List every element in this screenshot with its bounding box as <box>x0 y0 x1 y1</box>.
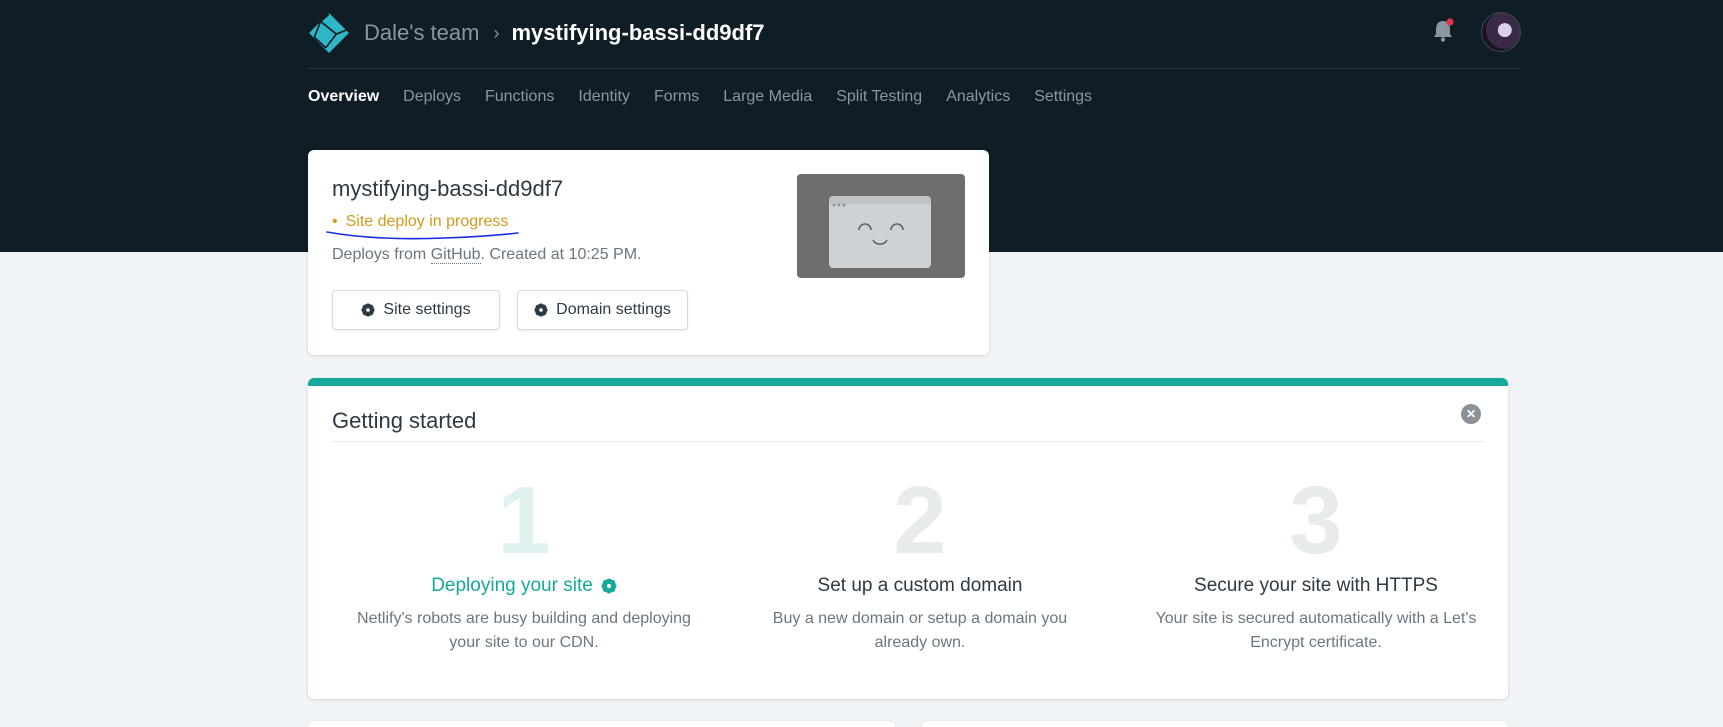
site-overview-card: mystifying-bassi-dd9df7 • Site deploy in … <box>308 150 989 355</box>
user-avatar[interactable] <box>1481 12 1521 52</box>
step-deploying-site: 1 Deploying your site Netlify's robots a… <box>332 473 716 655</box>
nav-deploys[interactable]: Deploys <box>403 88 461 106</box>
site-settings-label: Site settings <box>383 301 471 318</box>
step-custom-domain: 2 Set up a custom domain Buy a new domai… <box>728 473 1112 655</box>
domain-settings-label: Domain settings <box>556 301 671 318</box>
nav-forms[interactable]: Forms <box>654 88 699 106</box>
site-settings-button[interactable]: Site settings <box>332 290 500 330</box>
browser-window-icon <box>829 196 931 268</box>
step-number: 3 <box>1289 467 1343 574</box>
netlify-logo-icon[interactable] <box>308 12 350 54</box>
step-title[interactable]: Set up a custom domain <box>728 575 1112 597</box>
chevron-right-icon: › <box>493 22 500 43</box>
breadcrumb: Dale's team › mystifying-bassi-dd9df7 <box>364 20 765 46</box>
nav-identity[interactable]: Identity <box>578 88 630 106</box>
step-https: 3 Secure your site with HTTPS Your site … <box>1124 473 1508 655</box>
step-number: 2 <box>893 467 947 574</box>
getting-started-title: Getting started <box>332 408 477 433</box>
gear-icon <box>361 303 375 317</box>
step-number: 1 <box>497 467 551 574</box>
domain-settings-button[interactable]: Domain settings <box>517 290 688 330</box>
nav-large-media[interactable]: Large Media <box>723 88 812 106</box>
step-title[interactable]: Secure your site with HTTPS <box>1124 575 1508 597</box>
step-description: Netlify's robots are busy building and d… <box>357 610 691 651</box>
site-preview-thumbnail[interactable] <box>797 174 965 278</box>
getting-started-divider <box>332 441 1484 442</box>
gear-icon <box>534 303 548 317</box>
nav-overview[interactable]: Overview <box>308 88 379 106</box>
breadcrumb-site[interactable]: mystifying-bassi-dd9df7 <box>511 20 764 46</box>
smiley-face-icon <box>858 223 904 245</box>
top-bar: Dale's team › mystifying-bassi-dd9df7 <box>308 12 1521 56</box>
getting-started-accent-bar <box>308 378 1508 386</box>
step-description: Your site is secured automatically with … <box>1155 610 1477 651</box>
site-name: mystifying-bassi-dd9df7 <box>332 176 564 201</box>
nav-functions[interactable]: Functions <box>485 88 554 106</box>
step-description: Buy a new domain or setup a domain you a… <box>772 610 1068 651</box>
github-link[interactable]: GitHub <box>430 246 481 264</box>
bell-icon[interactable] <box>1431 18 1455 44</box>
site-nav: Overview Deploys Functions Identity Form… <box>308 88 1116 106</box>
step-title[interactable]: Deploying your site <box>332 575 716 597</box>
deploy-info: Deploys from GitHub. Created at 10:25 PM… <box>332 246 642 264</box>
header-divider <box>308 68 1520 69</box>
breadcrumb-team[interactable]: Dale's team <box>364 20 479 46</box>
getting-started-card: Getting started ✕ 1 Deploying your site … <box>308 378 1508 699</box>
nav-settings[interactable]: Settings <box>1034 88 1092 106</box>
bottom-card-right <box>922 721 1508 727</box>
gear-icon <box>601 578 617 594</box>
nav-analytics[interactable]: Analytics <box>946 88 1010 106</box>
nav-split-testing[interactable]: Split Testing <box>836 88 922 106</box>
close-icon[interactable]: ✕ <box>1461 404 1481 424</box>
bottom-card-left <box>308 721 895 727</box>
handdrawn-underline <box>326 231 519 240</box>
